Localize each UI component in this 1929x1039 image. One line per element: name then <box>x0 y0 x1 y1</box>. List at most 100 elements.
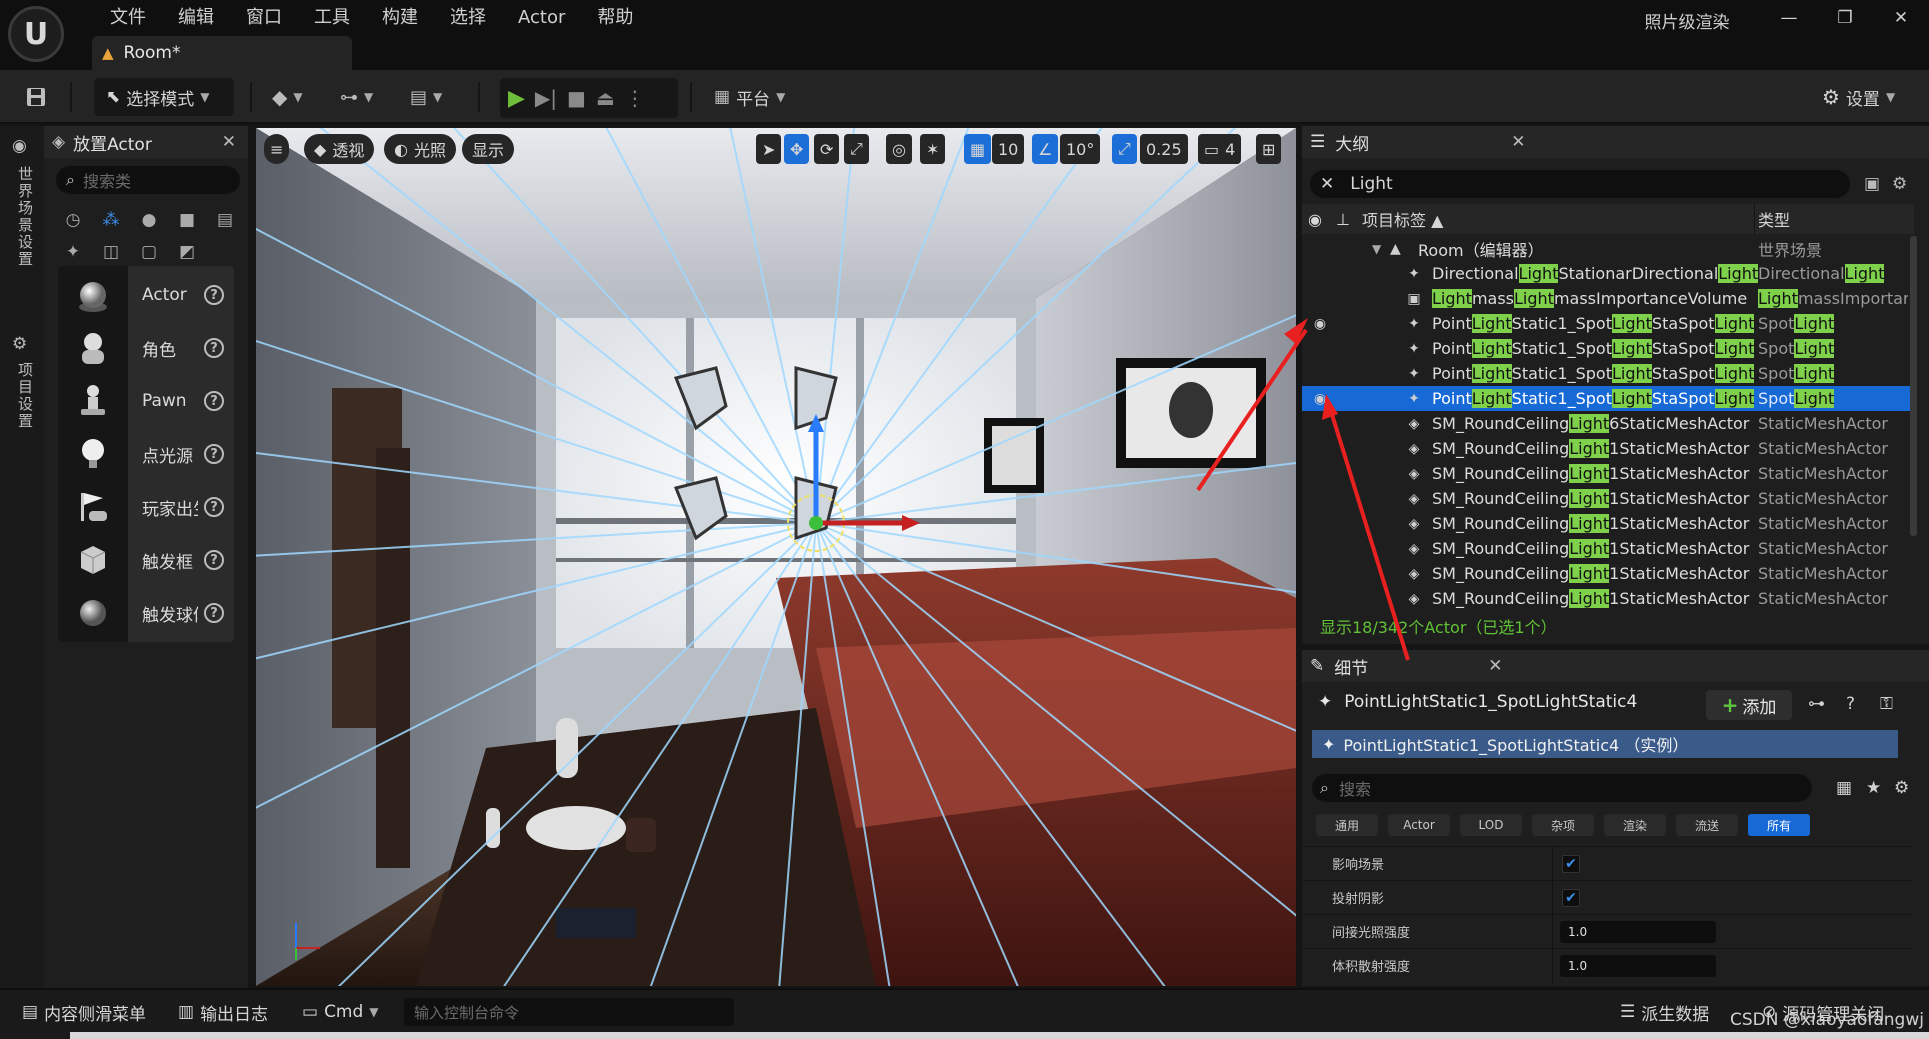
cinematic-icon[interactable]: ▤ <box>210 206 240 234</box>
visual-effects-icon[interactable]: ✦ <box>58 238 88 266</box>
class-search-input[interactable]: ⌕ 搜索类 <box>56 166 240 194</box>
minimize-button[interactable]: — <box>1761 0 1817 36</box>
blueprint-convert-icon[interactable]: ⊶ <box>1808 694 1825 714</box>
rotation-snap-toggle[interactable]: ∠ <box>1032 134 1059 164</box>
tree-row[interactable]: ▣ LightmassLightmassImportanceVolume Light… <box>1302 286 1914 311</box>
grid-snap-value[interactable]: 10 <box>992 134 1025 164</box>
tree-row[interactable]: ◉ ✦ PointLightStatic1_SpotLightStaSpotLigh… <box>1302 386 1914 411</box>
filter-rendering[interactable]: 渲染 <box>1604 814 1666 836</box>
add-folder-icon[interactable]: ▣ <box>1864 174 1880 194</box>
help-icon[interactable]: ? <box>204 497 224 517</box>
menu-window[interactable]: 窗口 <box>230 4 298 32</box>
scale-snap-value[interactable]: 0.25 <box>1140 134 1188 164</box>
help-icon[interactable]: ? <box>204 603 224 623</box>
tree-row[interactable]: ◈ SM_RoundCeilingLight6StaticMeshActor Sta… <box>1302 411 1914 436</box>
eject-icon[interactable]: ⏏ <box>596 86 615 110</box>
show-button[interactable]: 显示 <box>462 134 515 164</box>
help-icon[interactable]: ? <box>204 550 224 570</box>
settings-button[interactable]: ⚙ 设置 ▼ <box>1822 78 1895 116</box>
close-icon[interactable]: ✕ <box>1488 656 1502 676</box>
platforms-button[interactable]: ▦ 平台 ▼ <box>714 78 785 116</box>
output-log-button[interactable]: ▥ 输出日志 <box>178 998 268 1026</box>
step-icon[interactable]: ▶| <box>535 86 557 110</box>
point-light-item[interactable]: 点光源 ? <box>58 425 234 483</box>
shapes-icon[interactable]: ■ <box>172 206 202 234</box>
close-icon[interactable]: ✕ <box>1511 132 1525 152</box>
tree-row[interactable]: ◈ SM_RoundCeilingLight1StaticMeshActor Sta… <box>1302 561 1914 586</box>
help-icon[interactable]: ? <box>204 391 224 411</box>
trigger-box-item[interactable]: 触发框 ? <box>58 531 234 589</box>
tree-row[interactable]: ◈ SM_RoundCeilingLight1StaticMeshActor Sta… <box>1302 586 1914 611</box>
indirect-lighting-intensity-field[interactable]: 1.0 <box>1560 920 1716 943</box>
star-icon[interactable]: ★ <box>1866 778 1881 798</box>
outliner-search-input[interactable]: ✕ Light <box>1310 170 1850 198</box>
expand-arrow-icon[interactable]: ▼ <box>1372 242 1381 256</box>
filter-lod[interactable]: LOD <box>1460 814 1522 836</box>
help-icon[interactable]: ? <box>204 444 224 464</box>
rotation-snap-value[interactable]: 10° <box>1060 134 1101 164</box>
basic-icon[interactable]: ⁂ <box>96 206 126 234</box>
eye-icon[interactable]: ◉ <box>1308 391 1332 407</box>
tree-row[interactable]: ◈ SM_RoundCeilingLight1StaticMeshActor Sta… <box>1302 486 1914 511</box>
derived-data-button[interactable]: ☰ 派生数据 <box>1620 998 1709 1026</box>
tree-row[interactable]: ✦ PointLightStatic1_SpotLightStaSpotLight… <box>1302 336 1914 361</box>
tree-row-root[interactable]: ▼ ▲ Room（编辑器） 世界场景 <box>1302 236 1914 261</box>
trigger-sphere-item[interactable]: 触发球体 ? <box>58 584 234 642</box>
add-content-button[interactable]: ◆ ▼ <box>272 78 303 116</box>
pawn-item[interactable]: Pawn ? <box>58 372 234 430</box>
tree-row[interactable]: ✦ PointLightStatic1_SpotLightStaSpotLight… <box>1302 361 1914 386</box>
translate-tool-button[interactable]: ✥ <box>784 134 810 164</box>
menu-select[interactable]: 选择 <box>434 4 502 32</box>
eye-icon[interactable]: ◉ <box>1308 316 1332 332</box>
scale-tool-button[interactable]: ⤢ <box>844 134 869 164</box>
menu-actor[interactable]: Actor <box>502 4 581 32</box>
lock-icon[interactable]: ⚿ <box>1880 694 1893 714</box>
lighting-mode-button[interactable]: ◐ 光照 <box>384 134 456 164</box>
geometry-icon[interactable]: ◫ <box>96 238 126 266</box>
player-start-item[interactable]: 玩家出生点 ? <box>58 478 234 536</box>
volumetric-scattering-intensity-field[interactable]: 1.0 <box>1560 954 1716 977</box>
cmd-dropdown[interactable]: ▭ Cmd ▼ <box>302 998 379 1026</box>
save-button[interactable] <box>24 78 48 116</box>
tree-row[interactable]: ✦ DirectionalLightStationarDirectionalLig… <box>1302 261 1914 286</box>
volumes-icon[interactable]: ▢ <box>134 238 164 266</box>
tree-row[interactable]: ◈ SM_RoundCeilingLight1StaticMeshActor Sta… <box>1302 511 1914 536</box>
content-drawer-button[interactable]: ▤ 内容侧滑菜单 <box>22 998 146 1026</box>
details-search-input[interactable]: ⌕ 搜索 <box>1312 774 1812 802</box>
add-component-button[interactable]: + 添加 <box>1706 690 1792 720</box>
tree-row[interactable]: ◉ ✦ PointLightStatic1_SpotLightStaSpotLigh… <box>1302 311 1914 336</box>
rotate-tool-button[interactable]: ⟳ <box>814 134 840 164</box>
level-tab[interactable]: ▲ Room* <box>92 36 352 70</box>
menu-tools[interactable]: 工具 <box>298 4 366 32</box>
close-icon[interactable]: ✕ <box>222 132 236 152</box>
scale-snap-toggle[interactable]: ⤢ <box>1112 134 1137 164</box>
outliner-scrollbar[interactable] <box>1910 236 1917 536</box>
console-input[interactable]: 输入控制台命令 <box>404 998 734 1026</box>
pin-column-icon[interactable]: ⊥ <box>1336 210 1350 229</box>
gear-icon[interactable]: ⚙ <box>1892 174 1907 194</box>
tree-row[interactable]: ◈ SM_RoundCeilingLight1StaticMeshActor Sta… <box>1302 436 1914 461</box>
lights-icon[interactable]: ● <box>134 206 164 234</box>
play-icon[interactable]: ▶ <box>508 86 525 111</box>
type-column-header[interactable]: 类型 <box>1758 207 1790 231</box>
select-tool-button[interactable]: ➤ <box>756 134 782 164</box>
viewport-layout-button[interactable]: ⊞ <box>1256 134 1282 164</box>
label-column-header[interactable]: 项目标签 ▲ <box>1362 207 1443 231</box>
menu-help[interactable]: 帮助 <box>581 4 649 32</box>
help-icon[interactable]: ? <box>204 285 224 305</box>
perspective-button[interactable]: ◆ 透视 <box>304 134 375 164</box>
maximize-button[interactable]: ❐ <box>1817 0 1873 36</box>
visibility-column-icon[interactable]: ◉ <box>1308 210 1322 229</box>
tree-row[interactable]: ◈ SM_RoundCeilingLight1StaticMeshActor Sta… <box>1302 461 1914 486</box>
more-icon[interactable]: ⋮ <box>625 86 645 110</box>
surface-snap-button[interactable]: ✶ <box>920 134 946 164</box>
project-settings-tab[interactable]: 项目设置 <box>8 362 36 430</box>
close-button[interactable]: ✕ <box>1873 0 1929 36</box>
blueprint-button[interactable]: ⊶ ▼ <box>340 78 373 116</box>
grid-snap-toggle[interactable]: ▦ <box>964 134 992 164</box>
cinematics-button[interactable]: ▤ ▼ <box>410 78 442 116</box>
viewport-menu-button[interactable]: ≡ <box>264 134 290 164</box>
clear-search-icon[interactable]: ✕ <box>1320 174 1334 194</box>
component-instance-row[interactable]: ✦ PointLightStatic1_SpotLightStatic4 （实例… <box>1312 730 1898 758</box>
level-viewport[interactable]: ≡ ◆ 透视 ◐ 光照 显示 ➤ ✥ ⟳ ⤢ ◎ ✶ ▦ 10 ∠ 10° ⤢ … <box>256 128 1296 986</box>
